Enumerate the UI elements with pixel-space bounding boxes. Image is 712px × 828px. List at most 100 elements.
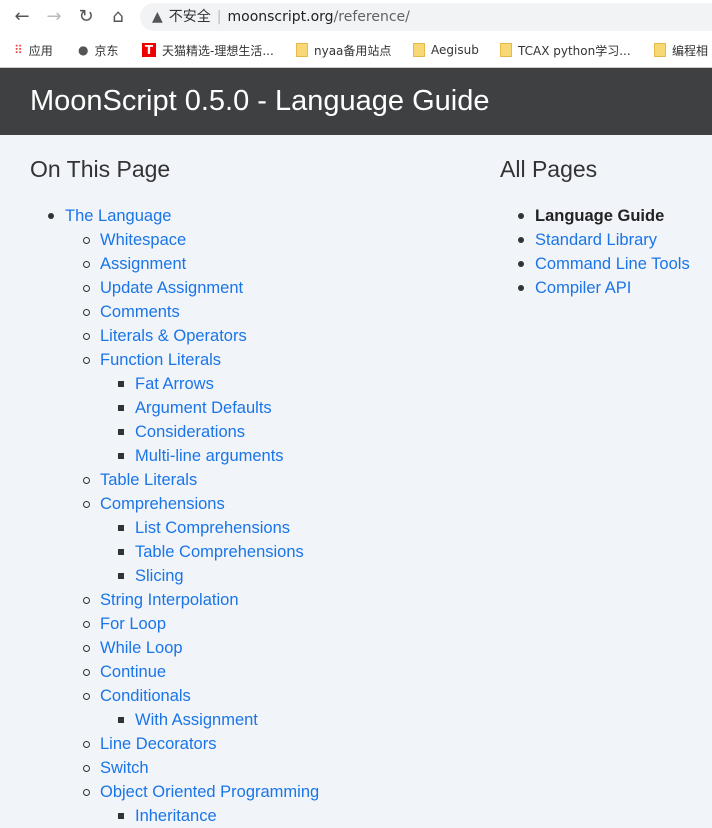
toc-sublist: List Comprehensions Table Comprehensions S… <box>100 516 319 588</box>
folder-icon <box>413 43 425 57</box>
toc-item: Assignment <box>82 252 319 276</box>
toc-link[interactable]: The Language <box>65 207 171 225</box>
toc-link[interactable]: Assignment <box>100 255 186 273</box>
toc-item: Switch <box>82 756 319 780</box>
page-item: Compiler API <box>518 276 690 300</box>
toc-link[interactable]: Line Decorators <box>100 735 216 753</box>
toc-item: With Assignment <box>117 708 319 732</box>
security-label: 不安全 <box>168 9 211 25</box>
toc-item: Slicing <box>117 564 319 588</box>
toc-sublist: Inheritance <box>100 804 319 828</box>
toc-item: While Loop <box>82 636 319 660</box>
globe-icon: ● <box>78 43 89 57</box>
toc-link[interactable]: Table Comprehensions <box>135 543 304 561</box>
page-item: Command Line Tools <box>518 252 690 276</box>
bookmark-item[interactable]: TCAX python学习... <box>500 40 631 60</box>
all-pages-list: Language Guide Standard Library Command Li… <box>518 204 690 300</box>
toc-item: Comments <box>82 300 319 324</box>
toc-item: Function Literals Fat Arrows Argument Defa… <box>82 348 319 468</box>
page-link[interactable]: Compiler API <box>535 279 631 297</box>
toc-link[interactable]: Argument Defaults <box>135 399 272 417</box>
toc-item: Continue <box>82 660 319 684</box>
warning-icon: ▲ <box>152 9 163 25</box>
toc-item: Table Literals <box>82 468 319 492</box>
on-this-page-heading: On This Page <box>30 156 171 182</box>
forward-icon[interactable]: → <box>42 6 66 27</box>
toc-item: Update Assignment <box>82 276 319 300</box>
bookmark-item[interactable]: ⠿ 应用 <box>14 40 53 60</box>
current-page-label: Language Guide <box>535 207 665 225</box>
toc-item: The Language Whitespace Assignment Update A… <box>47 204 319 828</box>
toc-item: List Comprehensions <box>117 516 319 540</box>
toc-link[interactable]: Update Assignment <box>100 279 243 297</box>
bookmark-item[interactable]: nyaa备用站点 <box>296 40 391 60</box>
bookmark-item[interactable]: ● 京东 <box>78 40 119 60</box>
toc-item: Conditionals With Assignment <box>82 684 319 732</box>
toc-item: Argument Defaults <box>117 396 319 420</box>
toc-item: String Interpolation <box>82 588 319 612</box>
toc-sublist: Fat Arrows Argument Defaults Consideration… <box>100 372 319 468</box>
toc-link[interactable]: Whitespace <box>100 231 186 249</box>
toc-link[interactable]: List Comprehensions <box>135 519 290 537</box>
toc-sublist: Whitespace Assignment Update Assignment Com… <box>65 228 319 828</box>
browser-chrome: ← → ↻ ⌂ ▲ 不安全 | moonscript.org/reference/ ⠿… <box>0 0 712 67</box>
page-item: Language Guide <box>518 204 690 228</box>
bookmark-item[interactable]: T 天猫精选-理想生活... <box>142 40 274 60</box>
bookmark-item[interactable]: 编程相 <box>654 40 708 60</box>
toc-item: Fat Arrows <box>117 372 319 396</box>
bookmark-label: 京东 <box>94 43 119 58</box>
toc-item: Literals & Operators <box>82 324 319 348</box>
toc-item: Whitespace <box>82 228 319 252</box>
back-icon[interactable]: ← <box>10 6 34 27</box>
toc-link[interactable]: Comments <box>100 303 180 321</box>
home-icon[interactable]: ⌂ <box>106 6 130 27</box>
page-title: MoonScript 0.5.0 - Language Guide <box>30 85 490 117</box>
url-path: /reference/ <box>333 9 410 25</box>
toc-sublist: With Assignment <box>100 708 319 732</box>
bookmark-label: 天猫精选-理想生活... <box>162 43 274 58</box>
toc-link[interactable]: Fat Arrows <box>135 375 214 393</box>
toc-link[interactable]: String Interpolation <box>100 591 239 609</box>
toc-link[interactable]: Switch <box>100 759 149 777</box>
toc-link[interactable]: Literals & Operators <box>100 327 247 345</box>
toc-link[interactable]: Object Oriented Programming <box>100 783 319 801</box>
reload-icon[interactable]: ↻ <box>74 6 98 27</box>
toc-link[interactable]: Conditionals <box>100 687 191 705</box>
toc-item: Object Oriented Programming Inheritance <box>82 780 319 828</box>
bookmark-label: 应用 <box>28 43 53 58</box>
toc-link[interactable]: With Assignment <box>135 711 258 729</box>
bookmark-label: Aegisub <box>431 43 479 57</box>
toc-item: Considerations <box>117 420 319 444</box>
toc-item: Comprehensions List Comprehensions Table C… <box>82 492 319 588</box>
toc-link[interactable]: Function Literals <box>100 351 221 369</box>
bookmark-item[interactable]: Aegisub <box>413 40 479 60</box>
toc-link[interactable]: Comprehensions <box>100 495 225 513</box>
bookmark-label: 编程相 <box>672 43 709 58</box>
folder-icon <box>654 43 666 57</box>
toc-link[interactable]: While Loop <box>100 639 183 657</box>
all-pages-heading: All Pages <box>500 156 598 182</box>
page-link[interactable]: Command Line Tools <box>535 255 690 273</box>
toc-link[interactable]: Considerations <box>135 423 245 441</box>
toc-list: The Language Whitespace Assignment Update A… <box>47 204 319 828</box>
bookmark-label: TCAX python学习... <box>518 43 631 58</box>
bookmark-label: nyaa备用站点 <box>314 43 392 58</box>
address-bar[interactable]: ▲ 不安全 | moonscript.org/reference/ <box>140 3 712 31</box>
folder-icon <box>296 43 308 57</box>
toc-link[interactable]: Table Literals <box>100 471 197 489</box>
toc-link[interactable]: Slicing <box>135 567 184 585</box>
toc-item: Inheritance <box>117 804 319 828</box>
toc-item: Line Decorators <box>82 732 319 756</box>
tmall-icon: T <box>142 43 156 57</box>
url-host: moonscript.org <box>227 9 334 25</box>
toc-link[interactable]: Multi-line arguments <box>135 447 284 465</box>
folder-icon <box>500 43 512 57</box>
page-item: Standard Library <box>518 228 690 252</box>
toc-link[interactable]: Continue <box>100 663 166 681</box>
apps-grid-icon: ⠿ <box>14 43 23 57</box>
toc-item: Multi-line arguments <box>117 444 319 468</box>
toc-link[interactable]: Inheritance <box>135 807 217 825</box>
page-header: MoonScript 0.5.0 - Language Guide <box>0 67 712 135</box>
page-link[interactable]: Standard Library <box>535 231 657 249</box>
toc-link[interactable]: For Loop <box>100 615 166 633</box>
